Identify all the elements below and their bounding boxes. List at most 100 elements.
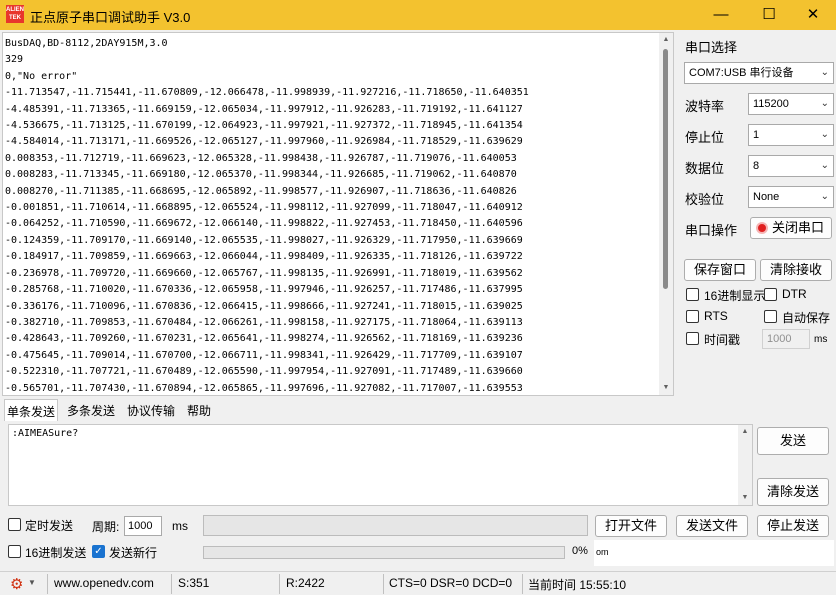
period-label: 周期: bbox=[92, 520, 120, 534]
tab-single-send[interactable]: 单条发送 bbox=[4, 399, 59, 421]
maximize-button[interactable]: ☐ bbox=[746, 0, 792, 30]
receive-line: 0,"No error" bbox=[5, 70, 78, 82]
stopbits-value: 1 bbox=[753, 129, 760, 141]
timestamp-checkbox[interactable] bbox=[686, 332, 699, 345]
baud-label: 波特率 bbox=[685, 99, 725, 114]
receive-line: 0.008353,-11.712719,-11.669623,-12.06532… bbox=[5, 152, 517, 164]
scroll-up-icon[interactable]: ▲ bbox=[659, 33, 673, 47]
receive-line: -0.336176,-11.710096,-11.670836,-12.0664… bbox=[5, 300, 523, 312]
rts-checkbox[interactable] bbox=[686, 310, 699, 323]
newline-checkbox[interactable]: ✓ bbox=[92, 545, 105, 558]
send-input[interactable]: :AIMEASure? ▲ ▼ bbox=[8, 424, 753, 506]
parity-select[interactable]: None ⌄ bbox=[748, 186, 834, 208]
send-scrollbar[interactable]: ▲ ▼ bbox=[738, 425, 752, 505]
receive-line: 329 bbox=[5, 54, 24, 66]
newline-label: 发送新行 bbox=[109, 546, 158, 560]
gear-icon[interactable]: ⚙ bbox=[10, 575, 23, 593]
chevron-down-icon: ⌄ bbox=[820, 98, 829, 109]
tab-multi-send[interactable]: 多条发送 bbox=[65, 402, 117, 419]
timestamp-ms-label: ms bbox=[814, 334, 828, 345]
send-file-button[interactable]: 发送文件 bbox=[676, 515, 748, 537]
auto-save-label: 自动保存 bbox=[782, 311, 831, 325]
scroll-down-icon[interactable]: ▼ bbox=[738, 491, 752, 505]
period-input[interactable]: 1000 bbox=[124, 516, 162, 536]
window-title: 正点原子串口调试助手 V3.0 bbox=[30, 10, 191, 25]
stopbits-select[interactable]: 1 ⌄ bbox=[748, 124, 834, 146]
serial-settings-panel: 串口选择 COM7:USB 串行设备 ⌄ 波特率 115200 ⌄ 停止位 1 ⌄ 数… bbox=[680, 32, 836, 362]
dtr-label: DTR bbox=[782, 287, 807, 301]
receive-line: -0.382710,-11.709853,-11.670484,-12.0662… bbox=[5, 316, 523, 328]
databits-value: 8 bbox=[753, 160, 760, 172]
stopbits-label: 停止位 bbox=[685, 130, 725, 145]
caret-down-icon[interactable]: ▼ bbox=[28, 578, 36, 587]
scroll-thumb[interactable] bbox=[663, 49, 668, 289]
send-text: :AIMEASure? bbox=[12, 428, 79, 439]
chevron-down-icon: ⌄ bbox=[820, 67, 829, 78]
port-section-title: 串口选择 bbox=[685, 40, 738, 55]
hex-display-checkbox[interactable] bbox=[686, 288, 699, 301]
port-select[interactable]: COM7:USB 串行设备 ⌄ bbox=[684, 62, 834, 84]
sent-count: S:351 bbox=[178, 576, 210, 590]
receive-line: -0.565701,-11.707430,-11.670894,-12.0658… bbox=[5, 382, 523, 394]
receive-line: -0.124359,-11.709170,-11.669140,-12.0655… bbox=[5, 234, 523, 246]
receive-line: -0.064252,-11.710590,-11.669672,-12.0661… bbox=[5, 218, 523, 230]
databits-label: 数据位 bbox=[685, 161, 725, 176]
receive-line: -11.713547,-11.715441,-11.670809,-12.066… bbox=[5, 87, 529, 99]
minimize-button[interactable]: — bbox=[698, 0, 744, 30]
com-text: om bbox=[596, 547, 609, 557]
receive-area[interactable]: BusDAQ,BD-8112,2DAY915M,3.0 329 0,"No erro… bbox=[2, 32, 674, 396]
parity-label: 校验位 bbox=[685, 192, 725, 207]
parity-value: None bbox=[753, 191, 780, 203]
chevron-down-icon: ⌄ bbox=[820, 191, 829, 202]
port-value: COM7:USB 串行设备 bbox=[689, 67, 794, 79]
chevron-down-icon: ⌄ bbox=[820, 160, 829, 171]
hex-send-label: 16进制发送 bbox=[25, 546, 87, 560]
close-port-button[interactable]: 关闭串口 bbox=[750, 217, 832, 239]
received-count: R:2422 bbox=[286, 576, 325, 590]
timed-send-checkbox[interactable] bbox=[8, 518, 21, 531]
clear-receive-button[interactable]: 清除接收 bbox=[760, 259, 832, 281]
close-port-label: 关闭串口 bbox=[771, 220, 824, 235]
com-text-box: om bbox=[594, 540, 834, 566]
receive-line: 0.008283,-11.713345,-11.669180,-12.06537… bbox=[5, 169, 517, 181]
receive-line: -0.236978,-11.709720,-11.669660,-12.0657… bbox=[5, 267, 523, 279]
send-button[interactable]: 发送 bbox=[757, 427, 829, 455]
timestamp-label: 时间戳 bbox=[704, 333, 741, 347]
hex-send-checkbox[interactable] bbox=[8, 545, 21, 558]
baud-value: 115200 bbox=[753, 98, 789, 110]
progress-percent: 0% bbox=[572, 545, 588, 557]
timestamp-interval-input[interactable]: 1000 bbox=[762, 329, 810, 349]
receive-text: BusDAQ,BD-8112,2DAY915M,3.0 329 0,"No erro… bbox=[5, 36, 661, 395]
receive-line: -0.001851,-11.710614,-11.668895,-12.0655… bbox=[5, 202, 523, 214]
save-window-button[interactable]: 保存窗口 bbox=[684, 259, 756, 281]
current-time: 当前时间 15:55:10 bbox=[528, 578, 627, 592]
line-status: CTS=0 DSR=0 DCD=0 bbox=[389, 576, 513, 590]
receive-line: 0.008270,-11.711385,-11.668695,-12.06589… bbox=[5, 185, 517, 197]
tab-protocol[interactable]: 协议传输 bbox=[125, 402, 177, 419]
open-file-button[interactable]: 打开文件 bbox=[595, 515, 667, 537]
tab-help[interactable]: 帮助 bbox=[185, 402, 213, 419]
send-tabs: 单条发送 多条发送 协议传输 帮助 bbox=[0, 399, 680, 421]
timed-send-label: 定时发送 bbox=[25, 519, 74, 533]
scroll-up-icon[interactable]: ▲ bbox=[738, 425, 752, 439]
receive-line: -0.522310,-11.707721,-11.670489,-12.0655… bbox=[5, 366, 523, 378]
period-ms-label: ms bbox=[172, 519, 188, 533]
close-button[interactable]: ✕ bbox=[790, 0, 836, 30]
stop-send-button[interactable]: 停止发送 bbox=[757, 515, 829, 537]
receive-line: -4.536675,-11.713125,-11.670199,-12.0649… bbox=[5, 120, 523, 132]
auto-save-checkbox[interactable] bbox=[764, 310, 777, 323]
scroll-down-icon[interactable]: ▼ bbox=[659, 381, 673, 395]
clear-send-button[interactable]: 清除发送 bbox=[757, 478, 829, 506]
receive-line: BusDAQ,BD-8112,2DAY915M,3.0 bbox=[5, 38, 168, 49]
status-bar: ⚙ ▼ www.openedv.com S:351 R:2422 CTS=0 D… bbox=[0, 571, 836, 595]
receive-line: -4.485391,-11.713365,-11.669159,-12.0650… bbox=[5, 103, 523, 115]
chevron-down-icon: ⌄ bbox=[820, 129, 829, 140]
baud-select[interactable]: 115200 ⌄ bbox=[748, 93, 834, 115]
receive-line: -0.428643,-11.709260,-11.670231,-12.0656… bbox=[5, 333, 523, 345]
databits-select[interactable]: 8 ⌄ bbox=[748, 155, 834, 177]
website-link[interactable]: www.openedv.com bbox=[54, 576, 154, 590]
port-status-icon bbox=[756, 222, 768, 234]
dtr-checkbox[interactable] bbox=[764, 288, 777, 301]
send-progress-track bbox=[203, 515, 588, 536]
receive-scrollbar[interactable]: ▲ ▼ bbox=[659, 33, 673, 395]
